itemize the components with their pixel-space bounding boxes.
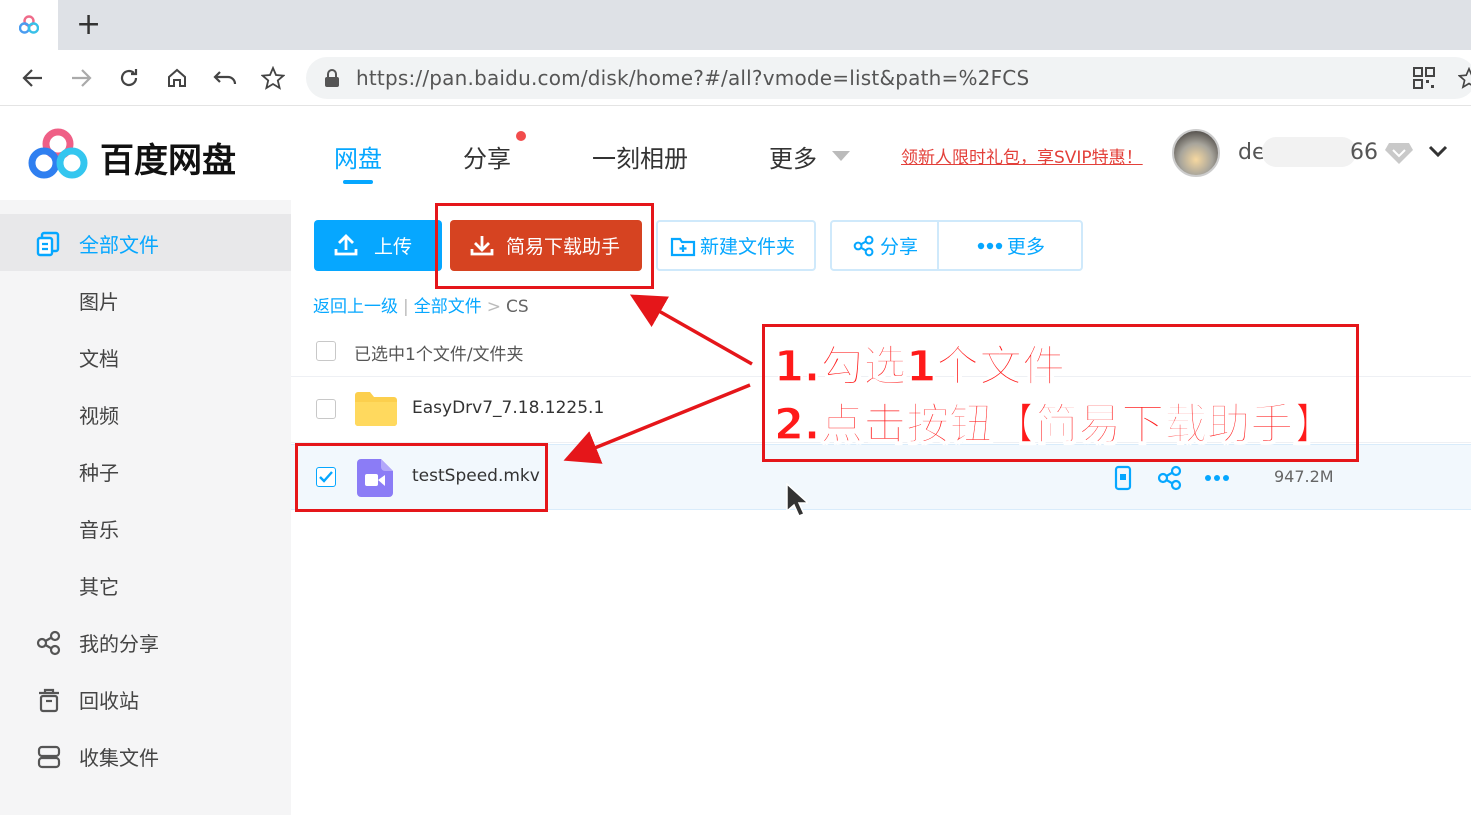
annotation-arrows — [563, 294, 753, 464]
arrow-to-download-button — [629, 294, 753, 366]
arrow-to-selected-file — [563, 383, 751, 464]
